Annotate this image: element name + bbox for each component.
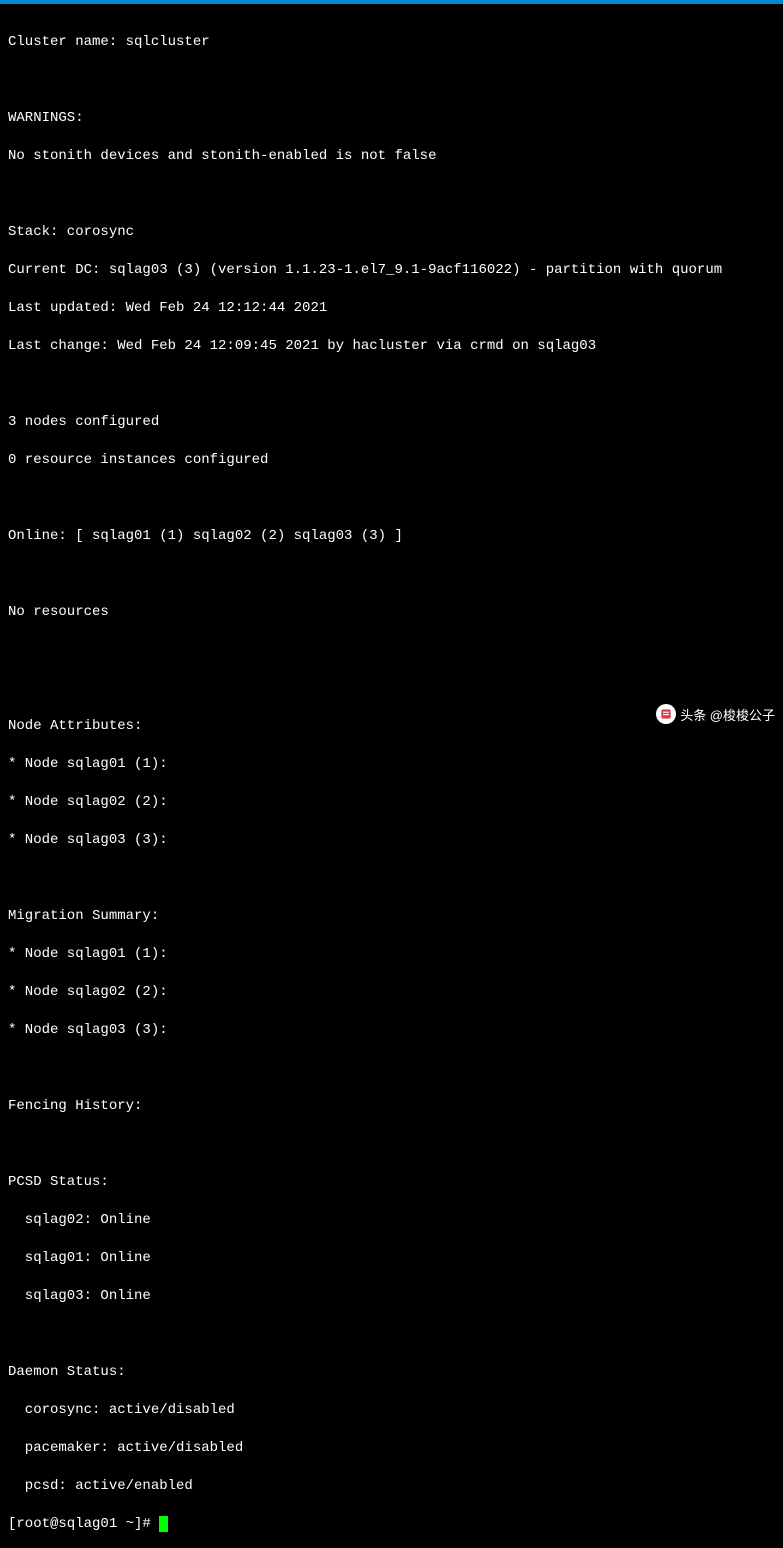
migration-summary-header: Migration Summary: <box>8 907 775 926</box>
warnings-header: WARNINGS: <box>8 109 775 128</box>
daemon-status-item: pacemaker: active/disabled <box>8 1439 775 1458</box>
pcsd-status-item: sqlag02: Online <box>8 1211 775 1230</box>
terminal-output[interactable]: Cluster name: sqlcluster WARNINGS: No st… <box>0 4 783 1548</box>
no-resources-line: No resources <box>8 603 775 622</box>
nodes-configured-line: 3 nodes configured <box>8 413 775 432</box>
cluster-name-line: Cluster name: sqlcluster <box>8 33 775 52</box>
last-updated-line: Last updated: Wed Feb 24 12:12:44 2021 <box>8 299 775 318</box>
blank-line <box>8 1325 775 1344</box>
resources-configured-line: 0 resource instances configured <box>8 451 775 470</box>
toutiao-logo-icon <box>656 704 676 724</box>
blank-line <box>8 71 775 90</box>
daemon-status-header: Daemon Status: <box>8 1363 775 1382</box>
online-nodes-line: Online: [ sqlag01 (1) sqlag02 (2) sqlag0… <box>8 527 775 546</box>
daemon-status-item: corosync: active/disabled <box>8 1401 775 1420</box>
migration-item: * Node sqlag03 (3): <box>8 1021 775 1040</box>
pcsd-status-header: PCSD Status: <box>8 1173 775 1192</box>
migration-item: * Node sqlag02 (2): <box>8 983 775 1002</box>
node-attr-item: * Node sqlag03 (3): <box>8 831 775 850</box>
node-attr-item: * Node sqlag02 (2): <box>8 793 775 812</box>
warnings-text: No stonith devices and stonith-enabled i… <box>8 147 775 166</box>
daemon-status-item: pcsd: active/enabled <box>8 1477 775 1496</box>
stack-line: Stack: corosync <box>8 223 775 242</box>
blank-line <box>8 565 775 584</box>
prompt-line[interactable]: [root@sqlag01 ~]# <box>8 1515 775 1534</box>
cursor-icon <box>159 1516 168 1532</box>
blank-line <box>8 185 775 204</box>
fencing-history-header: Fencing History: <box>8 1097 775 1116</box>
blank-line <box>8 375 775 394</box>
pcsd-status-item: sqlag01: Online <box>8 1249 775 1268</box>
node-attr-item: * Node sqlag01 (1): <box>8 755 775 774</box>
migration-item: * Node sqlag01 (1): <box>8 945 775 964</box>
blank-line <box>8 869 775 888</box>
blank-line <box>8 1135 775 1154</box>
blank-line <box>8 1059 775 1078</box>
watermark-text: 头条 @梭梭公子 <box>680 705 775 724</box>
blank-line <box>8 489 775 508</box>
current-dc-line: Current DC: sqlag03 (3) (version 1.1.23-… <box>8 261 775 280</box>
blank-line <box>8 641 775 660</box>
watermark: 头条 @梭梭公子 <box>656 704 775 724</box>
last-change-line: Last change: Wed Feb 24 12:09:45 2021 by… <box>8 337 775 356</box>
shell-prompt: [root@sqlag01 ~]# <box>8 1516 159 1532</box>
blank-line <box>8 679 775 698</box>
pcsd-status-item: sqlag03: Online <box>8 1287 775 1306</box>
